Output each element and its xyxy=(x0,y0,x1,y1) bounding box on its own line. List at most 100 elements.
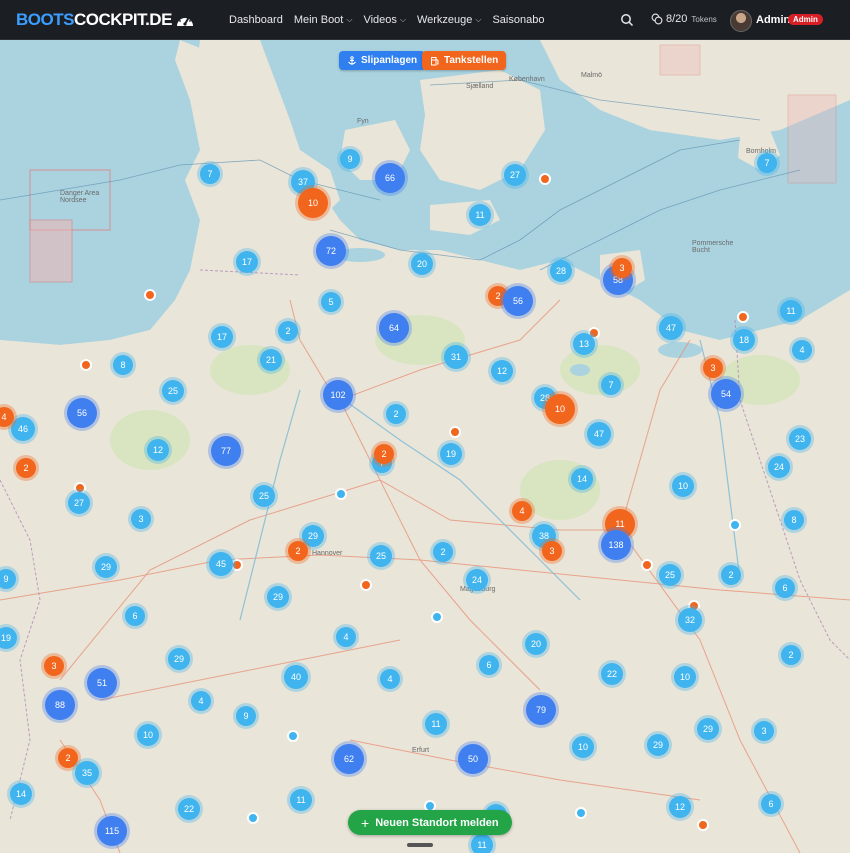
drag-handle[interactable] xyxy=(407,843,433,847)
slipanlagen-cluster[interactable]: 7 xyxy=(757,153,777,173)
slipanlagen-cluster[interactable]: 77 xyxy=(211,436,241,466)
slipanlagen-cluster[interactable]: 56 xyxy=(503,286,533,316)
slipanlagen-cluster[interactable]: 32 xyxy=(678,608,702,632)
slipanlagen-cluster[interactable]: 7 xyxy=(601,375,621,395)
slipanlagen-cluster[interactable]: 9 xyxy=(340,149,360,169)
site-logo[interactable]: BOOTS COCKPIT.DE xyxy=(16,9,195,31)
avatar[interactable] xyxy=(730,10,752,32)
slipanlagen-cluster[interactable]: 11 xyxy=(471,834,493,853)
slipanlagen-cluster[interactable]: 27 xyxy=(68,492,90,514)
slipanlagen-cluster[interactable]: 20 xyxy=(411,253,433,275)
slipanlagen-cluster[interactable]: 24 xyxy=(466,569,488,591)
slipanlagen-cluster[interactable]: 29 xyxy=(95,556,117,578)
tankstelle-marker[interactable] xyxy=(144,289,156,301)
slipanlagen-cluster[interactable]: 11 xyxy=(469,204,491,226)
slipanlagen-cluster[interactable]: 13 xyxy=(573,333,595,355)
slipanlagen-cluster[interactable]: 12 xyxy=(491,360,513,382)
slipanlagen-cluster[interactable]: 4 xyxy=(336,627,356,647)
slipanlagen-cluster[interactable]: 6 xyxy=(479,655,499,675)
slipanlagen-cluster[interactable]: 10 xyxy=(674,666,696,688)
tankstellen-cluster[interactable]: 4 xyxy=(512,501,532,521)
slipanlage-marker[interactable] xyxy=(729,519,741,531)
slipanlagen-cluster[interactable]: 4 xyxy=(380,669,400,689)
slipanlagen-cluster[interactable]: 51 xyxy=(87,668,117,698)
user-name[interactable]: Admin xyxy=(756,14,790,26)
slipanlagen-cluster[interactable]: 10 xyxy=(572,736,594,758)
slipanlagen-cluster[interactable]: 25 xyxy=(659,564,681,586)
slipanlagen-cluster[interactable]: 8 xyxy=(784,510,804,530)
slipanlagen-cluster[interactable]: 14 xyxy=(10,783,32,805)
tankstelle-marker[interactable] xyxy=(641,559,653,571)
tankstellen-cluster[interactable]: 10 xyxy=(545,394,575,424)
tankstelle-marker[interactable] xyxy=(539,173,551,185)
slipanlagen-cluster[interactable]: 22 xyxy=(601,663,623,685)
slipanlage-marker[interactable] xyxy=(287,730,299,742)
slipanlagen-cluster[interactable]: 138 xyxy=(601,530,631,560)
tankstelle-marker[interactable] xyxy=(697,819,709,831)
tankstellen-cluster[interactable]: 3 xyxy=(542,541,562,561)
slipanlagen-cluster[interactable]: 29 xyxy=(168,648,190,670)
slipanlage-marker[interactable] xyxy=(575,807,587,819)
filter-tankstellen-button[interactable]: Tankstellen xyxy=(422,51,507,70)
slipanlagen-cluster[interactable]: 4 xyxy=(792,340,812,360)
slipanlagen-cluster[interactable]: 7 xyxy=(200,164,220,184)
slipanlage-marker[interactable] xyxy=(335,488,347,500)
slipanlagen-cluster[interactable]: 6 xyxy=(761,794,781,814)
slipanlagen-cluster[interactable]: 46 xyxy=(11,417,35,441)
slipanlagen-cluster[interactable]: 12 xyxy=(147,439,169,461)
search-icon[interactable] xyxy=(620,13,634,27)
slipanlagen-cluster[interactable]: 2 xyxy=(278,321,298,341)
tankstellen-cluster[interactable]: 2 xyxy=(16,458,36,478)
slipanlage-marker[interactable] xyxy=(431,611,443,623)
slipanlagen-cluster[interactable]: 47 xyxy=(659,316,683,340)
slipanlagen-cluster[interactable]: 4 xyxy=(191,691,211,711)
slipanlagen-cluster[interactable]: 18 xyxy=(733,329,755,351)
slipanlagen-cluster[interactable]: 2 xyxy=(781,645,801,665)
slipanlagen-cluster[interactable]: 40 xyxy=(284,665,308,689)
slipanlagen-cluster[interactable]: 31 xyxy=(444,345,468,369)
slipanlagen-cluster[interactable]: 2 xyxy=(386,404,406,424)
map-view[interactable]: København Malmö Sjælland Fyn Danger Area… xyxy=(0,40,850,853)
slipanlagen-cluster[interactable]: 6 xyxy=(125,606,145,626)
nav-dashboard[interactable]: Dashboard xyxy=(229,14,283,26)
slipanlagen-cluster[interactable]: 79 xyxy=(526,695,556,725)
slipanlagen-cluster[interactable]: 11 xyxy=(780,300,802,322)
slipanlagen-cluster[interactable]: 9 xyxy=(236,706,256,726)
tankstelle-marker[interactable] xyxy=(737,311,749,323)
slipanlagen-cluster[interactable]: 35 xyxy=(75,761,99,785)
slipanlagen-cluster[interactable]: 45 xyxy=(209,552,233,576)
nav-werkzeuge[interactable]: Werkzeuge ⌵ xyxy=(417,14,482,26)
slipanlagen-cluster[interactable]: 10 xyxy=(672,475,694,497)
slipanlagen-cluster[interactable]: 2 xyxy=(433,542,453,562)
slipanlagen-cluster[interactable]: 115 xyxy=(97,816,127,846)
slipanlagen-cluster[interactable]: 11 xyxy=(425,713,447,735)
slipanlagen-cluster[interactable]: 47 xyxy=(587,422,611,446)
slipanlagen-cluster[interactable]: 50 xyxy=(458,744,488,774)
slipanlagen-cluster[interactable]: 6 xyxy=(775,578,795,598)
slipanlagen-cluster[interactable]: 12 xyxy=(669,796,691,818)
report-location-button[interactable]: + Neuen Standort melden xyxy=(348,810,512,835)
slipanlagen-cluster[interactable]: 25 xyxy=(253,485,275,507)
slipanlagen-cluster[interactable]: 3 xyxy=(754,721,774,741)
slipanlagen-cluster[interactable]: 17 xyxy=(236,251,258,273)
slipanlagen-cluster[interactable]: 2 xyxy=(721,565,741,585)
slipanlagen-cluster[interactable]: 66 xyxy=(375,163,405,193)
slipanlagen-cluster[interactable]: 8 xyxy=(113,355,133,375)
slipanlagen-cluster[interactable]: 21 xyxy=(260,349,282,371)
tankstellen-cluster[interactable]: 3 xyxy=(44,656,64,676)
slipanlagen-cluster[interactable]: 29 xyxy=(267,586,289,608)
nav-videos[interactable]: Videos ⌵ xyxy=(363,14,406,26)
slipanlagen-cluster[interactable]: 25 xyxy=(162,380,184,402)
slipanlagen-cluster[interactable]: 24 xyxy=(768,456,790,478)
slipanlagen-cluster[interactable]: 11 xyxy=(290,789,312,811)
slipanlagen-cluster[interactable]: 25 xyxy=(370,545,392,567)
tankstellen-cluster[interactable]: 2 xyxy=(374,444,394,464)
tankstellen-cluster[interactable]: 2 xyxy=(288,541,308,561)
slipanlagen-cluster[interactable]: 29 xyxy=(647,734,669,756)
tankstellen-cluster[interactable]: 10 xyxy=(298,188,328,218)
slipanlagen-cluster[interactable]: 20 xyxy=(525,633,547,655)
slipanlagen-cluster[interactable]: 3 xyxy=(131,509,151,529)
slipanlagen-cluster[interactable]: 64 xyxy=(379,313,409,343)
token-counter[interactable]: 8/20 Tokens xyxy=(651,13,717,25)
slipanlagen-cluster[interactable]: 29 xyxy=(697,718,719,740)
